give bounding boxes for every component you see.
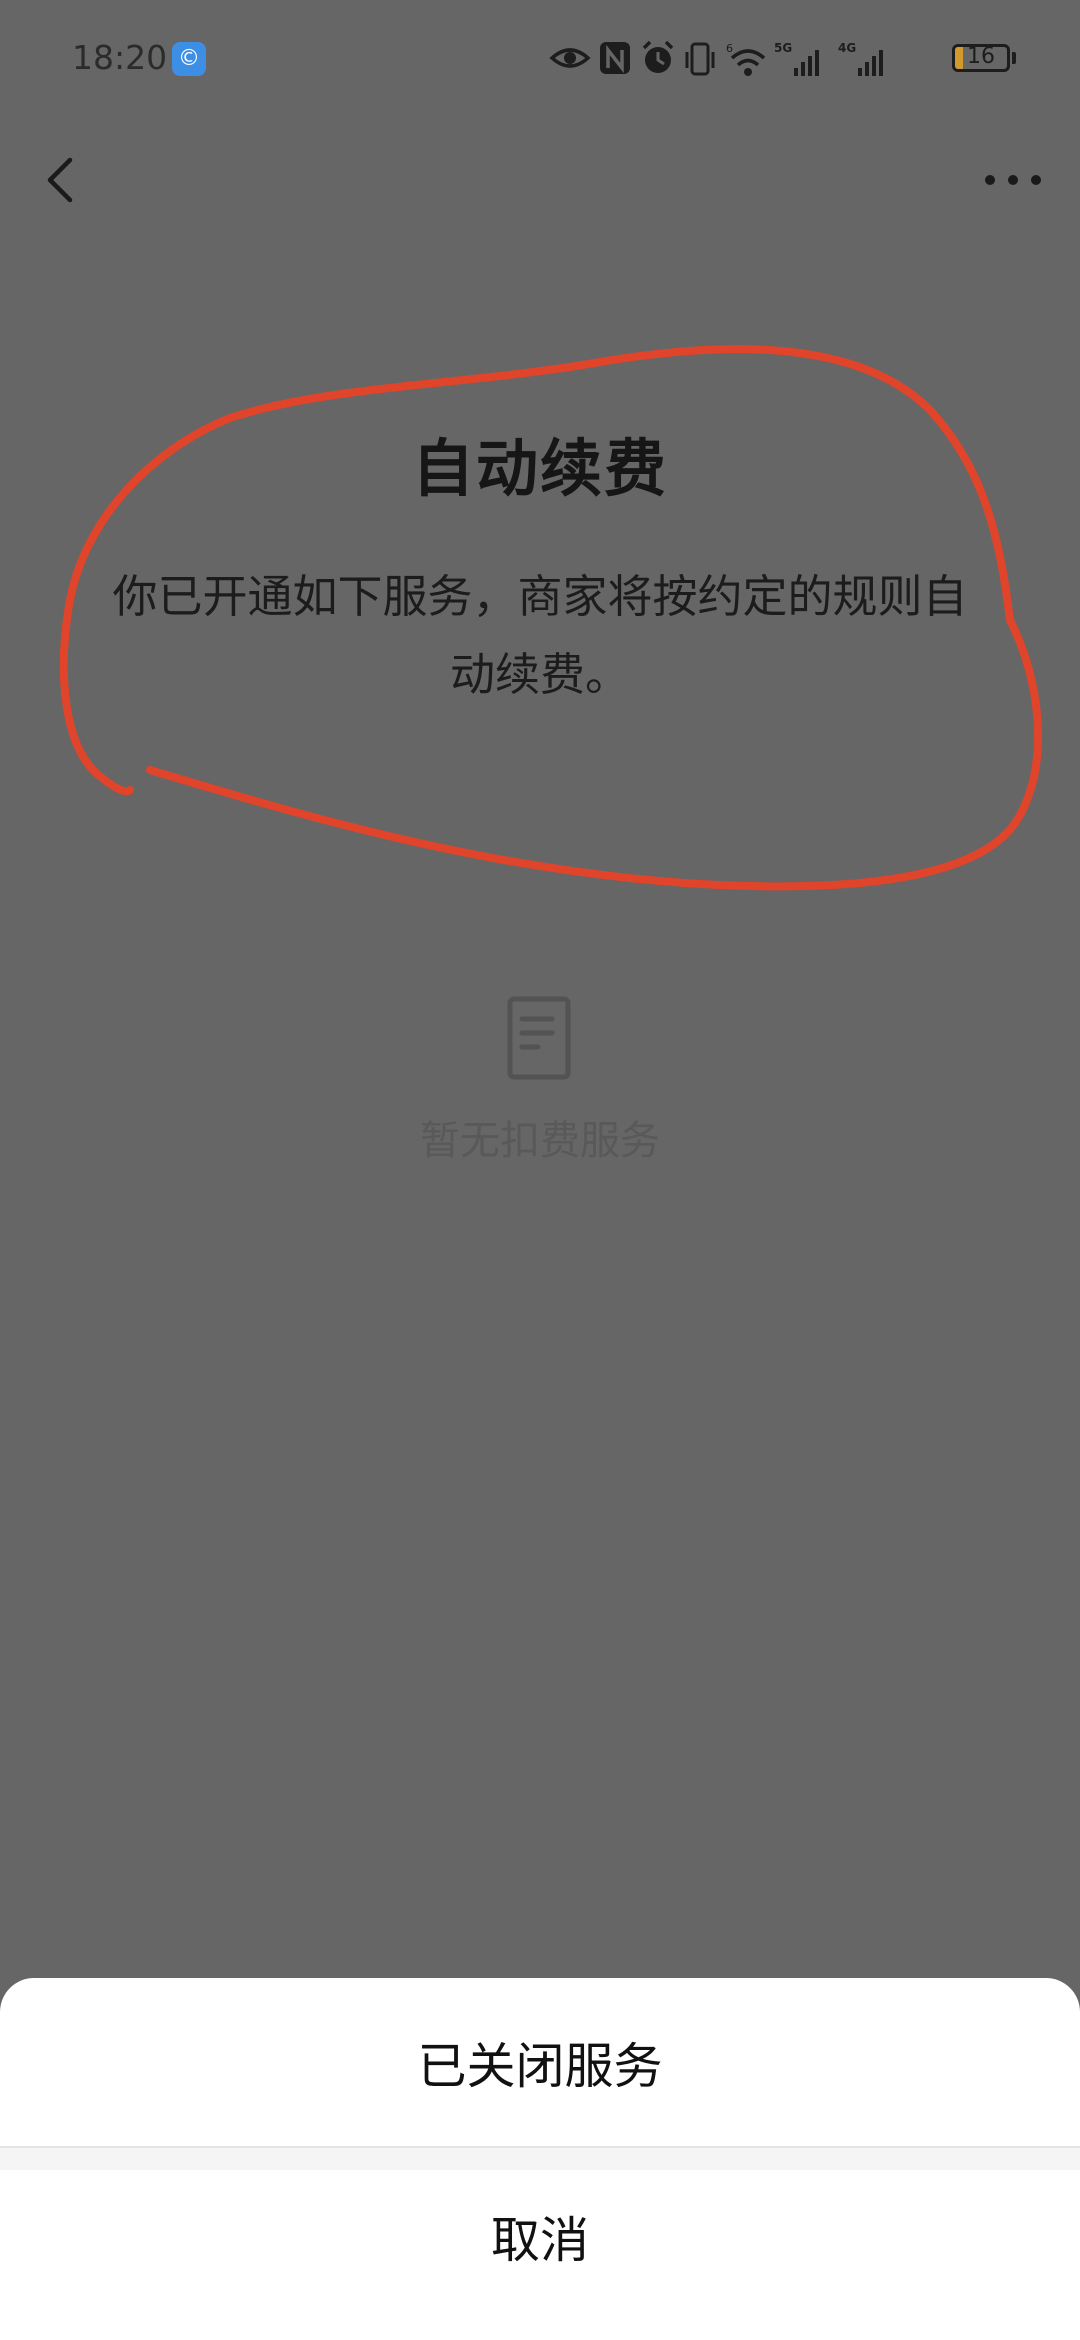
svg-text:4G: 4G [838,41,856,55]
nfc-icon [600,42,630,74]
signal-5g-icon: 5G [774,41,819,76]
battery-icon: 16 [952,44,1010,72]
signal-4g-icon: 4G [838,41,883,76]
page-title: 自动续费 [411,432,668,505]
eye-icon [549,48,591,68]
status-time: 18:20 [72,38,168,77]
more-button[interactable] [970,140,1056,220]
empty-state-text: 暂无扣费服务 [420,1118,660,1164]
sheet-gap [0,2148,1080,2170]
back-button[interactable] [30,140,94,220]
bottom-sheet: 已关闭服务 取消 [0,1978,1080,2340]
cancel-button[interactable]: 取消 [0,2170,1080,2302]
battery-cap [1012,52,1016,64]
document-icon [500,995,580,1085]
closed-service-option[interactable]: 已关闭服务 [0,1978,1080,2146]
chevron-left-icon [47,157,73,203]
wifi-icon: 6 [726,42,766,76]
status-icons: 6 5G 4G [549,40,883,76]
svg-text:6: 6 [726,42,733,55]
more-horizontal-icon [985,175,1041,185]
vibrate-icon [685,42,715,76]
page-description: 你已开通如下服务，商家将按约定的规则自动续费。 [112,570,968,701]
svg-text:5G: 5G [774,41,792,55]
app-badge-icon: © [172,42,206,76]
status-bar: 18:20 © 6 5G 4G 16 [0,0,1080,120]
battery-level: 16 [967,44,995,69]
alarm-icon [642,40,674,73]
